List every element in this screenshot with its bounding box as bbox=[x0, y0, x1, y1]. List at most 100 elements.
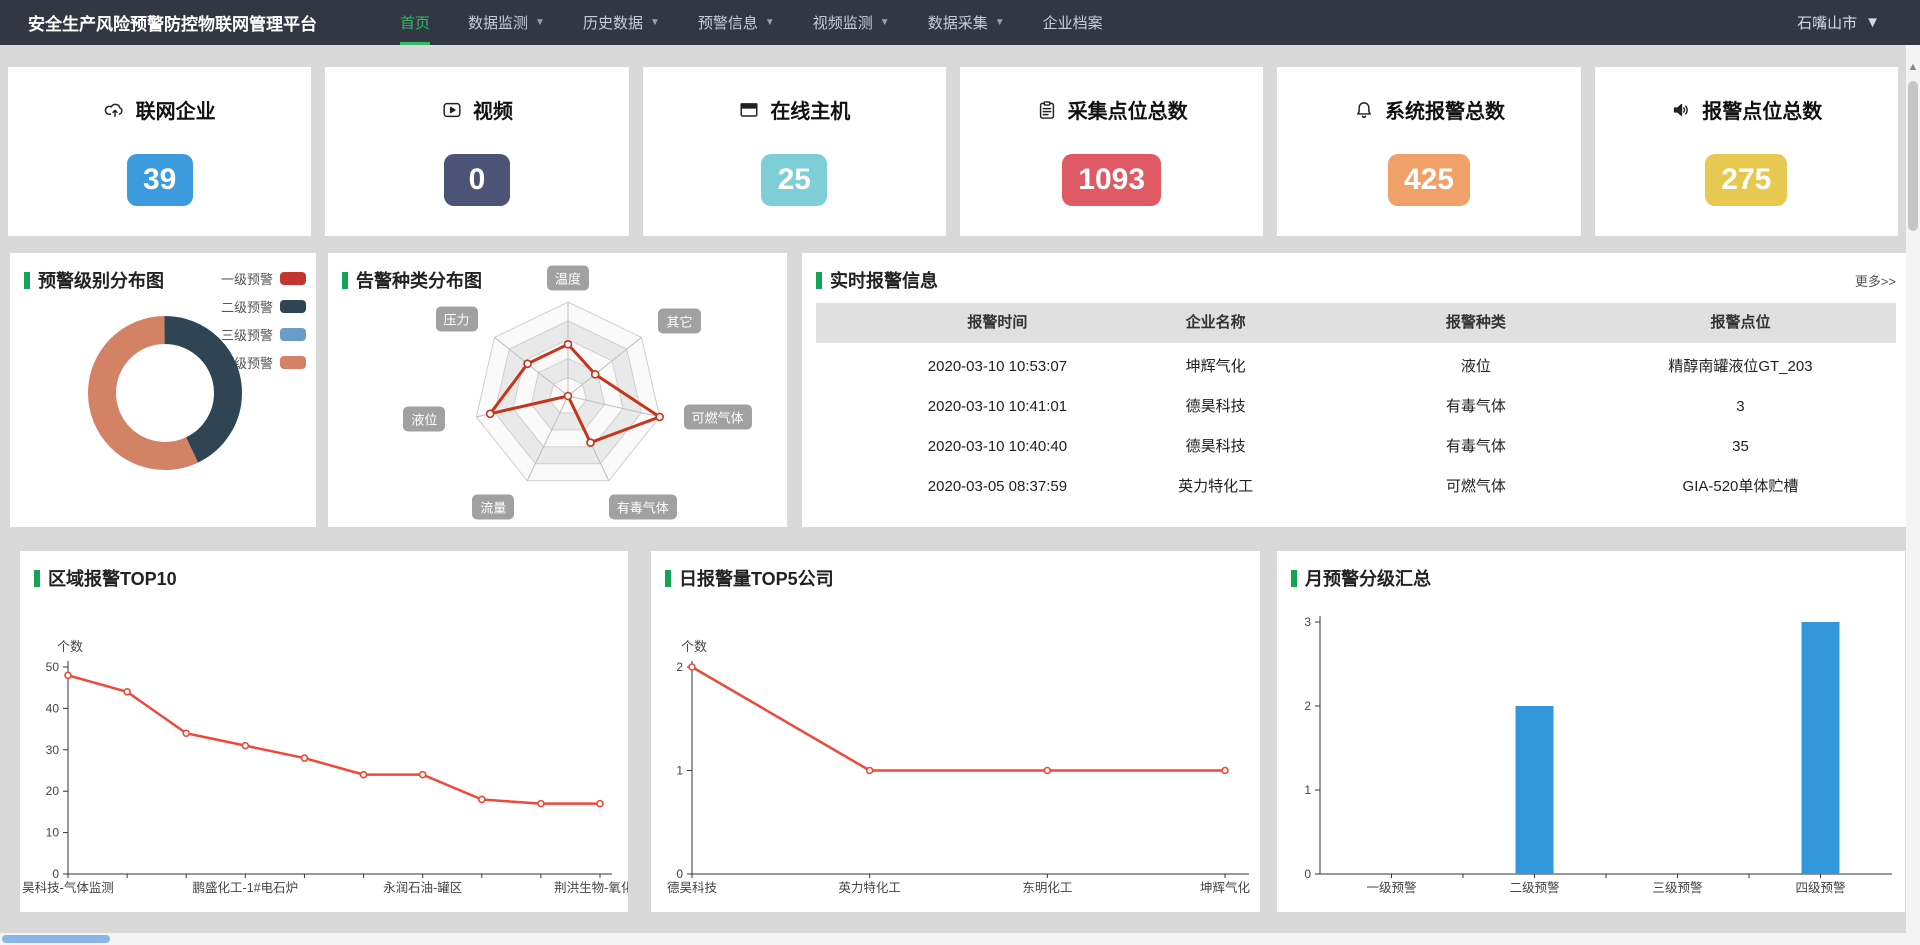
nav-item-6[interactable]: 企业档案 bbox=[1043, 0, 1103, 45]
alarm-cell: 精醇南罐液位GT_203 bbox=[1668, 347, 1812, 387]
svg-text:昊科技-气体监测: 昊科技-气体监测 bbox=[22, 880, 114, 895]
nav-item-2[interactable]: 历史数据▼ bbox=[583, 0, 660, 45]
stat-card-1: 视频 0 bbox=[325, 67, 628, 236]
alarm-cell: 可燃气体 bbox=[1446, 467, 1506, 507]
host-monitor-icon bbox=[738, 99, 760, 121]
daily-top5-line-chart: 012个数德昊科技英力特化工东明化工坤辉气化 bbox=[651, 551, 1260, 912]
stat-card-5: 报警点位总数 275 bbox=[1595, 67, 1898, 236]
svg-text:1: 1 bbox=[676, 764, 683, 778]
nav-item-label: 数据监测 bbox=[468, 12, 528, 33]
radar-axis-label: 液位 bbox=[403, 406, 445, 431]
alarm-col-header: 报警点位 bbox=[1710, 303, 1770, 343]
stat-card-label: 采集点位总数 bbox=[1068, 95, 1188, 124]
alarm-cell: 2020-03-05 08:37:59 bbox=[928, 467, 1067, 507]
alarm-cell: 有毒气体 bbox=[1446, 427, 1506, 467]
panel-realtime-alarms: 实时报警信息 更多>> 报警时间 企业名称 报警种类 报警点位 2020-03-10 … bbox=[802, 253, 1910, 527]
svg-text:0: 0 bbox=[676, 867, 683, 881]
title-marker bbox=[816, 272, 822, 289]
stat-cards-row: 联网企业39 视频 0 在线主机 25 采集点位总数1093 系统报警总数 425 报警点位总数… bbox=[8, 67, 1898, 236]
radar-axis-label: 压力 bbox=[435, 307, 477, 332]
clipboard-icon bbox=[1036, 99, 1058, 121]
stat-card-value-badge: 275 bbox=[1705, 154, 1787, 206]
speaker-icon bbox=[1670, 99, 1692, 121]
nav-item-4[interactable]: 视频监测▼ bbox=[813, 0, 890, 45]
dashboard-root: 安全生产风险预警防控物联网管理平台 首页数据监测▼历史数据▼预警信息▼视频监测▼… bbox=[0, 0, 1920, 945]
chevron-down-icon: ▼ bbox=[880, 17, 890, 28]
svg-text:英力特化工: 英力特化工 bbox=[838, 880, 901, 895]
alarm-cell: 有毒气体 bbox=[1446, 387, 1506, 427]
alarm-cell: 英力特化工 bbox=[1178, 467, 1253, 507]
panel-title: 实时报警信息 bbox=[816, 267, 938, 293]
stat-card-label: 在线主机 bbox=[770, 95, 850, 124]
stat-card-value-badge: 0 bbox=[444, 154, 510, 206]
vertical-scroll-thumb[interactable] bbox=[1908, 81, 1918, 231]
radar-axis-label: 流量 bbox=[472, 494, 514, 519]
chevron-down-icon: ▼ bbox=[535, 17, 545, 28]
alarm-col-header: 报警时间 bbox=[967, 303, 1027, 343]
svg-text:三级预警: 三级预警 bbox=[1652, 880, 1702, 895]
horizontal-scrollbar[interactable] bbox=[0, 933, 1906, 945]
alarm-cell: 德昊科技 bbox=[1186, 427, 1246, 467]
nav-item-label: 首页 bbox=[400, 12, 430, 33]
radar-axis-label: 温度 bbox=[547, 266, 589, 291]
svg-text:2: 2 bbox=[676, 660, 683, 674]
svg-text:鹏盛化工-1#电石炉: 鹏盛化工-1#电石炉 bbox=[193, 880, 299, 895]
stat-card-value-badge: 25 bbox=[761, 154, 827, 206]
svg-text:2: 2 bbox=[1304, 699, 1311, 713]
bell-icon bbox=[1353, 99, 1375, 121]
svg-text:二级预警: 二级预警 bbox=[1509, 880, 1559, 895]
nav-item-5[interactable]: 数据采集▼ bbox=[928, 0, 1005, 45]
alarm-cell: 德昊科技 bbox=[1186, 387, 1246, 427]
radar-chart bbox=[328, 253, 787, 527]
svg-text:永润石油-罐区: 永润石油-罐区 bbox=[383, 881, 462, 895]
svg-text:10: 10 bbox=[46, 826, 60, 840]
svg-text:30: 30 bbox=[46, 743, 60, 757]
region-selector[interactable]: 石嘴山市 ▼ bbox=[1797, 0, 1880, 45]
stat-card-3: 采集点位总数1093 bbox=[960, 67, 1263, 236]
alarm-table-row[interactable]: 2020-03-10 10:53:07坤辉气化液位精醇南罐液位GT_203 bbox=[816, 347, 1896, 387]
more-link[interactable]: 更多>> bbox=[1855, 271, 1896, 290]
alarm-cell: GIA-520单体贮槽 bbox=[1683, 467, 1799, 507]
panel-alarm-type-radar: 告警种类分布图 温度其它可燃气体有毒气体流量液位压力 bbox=[328, 253, 787, 527]
stat-card-value-badge: 425 bbox=[1388, 154, 1470, 206]
radar-axis-label: 其它 bbox=[658, 309, 700, 334]
alarm-table-row[interactable]: 2020-03-10 10:41:01 德昊科技 有毒气体 3 bbox=[816, 387, 1896, 427]
svg-text:3: 3 bbox=[1304, 615, 1311, 629]
alarm-table-row[interactable]: 2020-03-05 08:37:59 英力特化工 可燃气体 GIA-520单体贮槽 bbox=[816, 467, 1896, 507]
svg-text:一级预警: 一级预警 bbox=[1366, 880, 1416, 895]
stat-card-label: 系统报警总数 bbox=[1385, 95, 1505, 124]
svg-text:荆洪生物-氧化反: 荆洪生物-氧化反 bbox=[554, 881, 628, 895]
panel-region-top10: 区域报警TOP10 01020304050个数昊科技-气体监测鹏盛化工-1#电石… bbox=[20, 551, 628, 912]
stat-card-0: 联网企业39 bbox=[8, 67, 311, 236]
stat-card-label: 视频 bbox=[473, 95, 513, 124]
region-label: 石嘴山市 bbox=[1797, 12, 1857, 33]
stat-card-4: 系统报警总数 425 bbox=[1277, 67, 1580, 236]
nav-item-1[interactable]: 数据监测 ▼ bbox=[468, 0, 545, 45]
nav-item-label: 历史数据 bbox=[583, 12, 643, 33]
monthly-warning-bar-chart: 0123一级预警二级预警三级预警四级预警 bbox=[1277, 551, 1905, 912]
scroll-up-icon[interactable]: ▲ bbox=[1906, 61, 1920, 73]
cloud-link-icon bbox=[104, 99, 126, 121]
nav-item-0[interactable]: 首页 bbox=[400, 0, 430, 45]
svg-text:20: 20 bbox=[46, 784, 60, 798]
alarm-table-row[interactable]: 2020-03-10 10:40:40德昊科技有毒气体35 bbox=[816, 427, 1896, 467]
vertical-scrollbar[interactable]: ▲ bbox=[1906, 45, 1920, 945]
stat-card-label: 报警点位总数 bbox=[1702, 95, 1822, 124]
alarm-cell: 2020-03-10 10:41:01 bbox=[928, 387, 1067, 427]
svg-text:40: 40 bbox=[46, 701, 60, 715]
alarm-cell: 2020-03-10 10:53:07 bbox=[928, 347, 1067, 387]
stat-card-label: 联网企业 bbox=[136, 95, 216, 124]
nav-item-3[interactable]: 预警信息▼ bbox=[698, 0, 775, 45]
radar-axis-label: 有毒气体 bbox=[609, 494, 677, 519]
alarm-col-header: 企业名称 bbox=[1186, 303, 1246, 343]
svg-text:东明化工: 东明化工 bbox=[1022, 881, 1072, 895]
top-navbar: 安全生产风险预警防控物联网管理平台 首页数据监测▼历史数据▼预警信息▼视频监测▼… bbox=[0, 0, 1920, 45]
svg-text:0: 0 bbox=[52, 867, 59, 881]
chevron-down-icon: ▼ bbox=[1865, 14, 1880, 31]
svg-text:德昊科技: 德昊科技 bbox=[667, 880, 718, 895]
donut-chart bbox=[10, 253, 316, 527]
horizontal-scroll-thumb[interactable] bbox=[2, 935, 110, 943]
panel-title-text: 实时报警信息 bbox=[830, 267, 938, 293]
alarm-col-header: 报警种类 bbox=[1446, 303, 1506, 343]
alarm-cell: 3 bbox=[1736, 387, 1744, 427]
